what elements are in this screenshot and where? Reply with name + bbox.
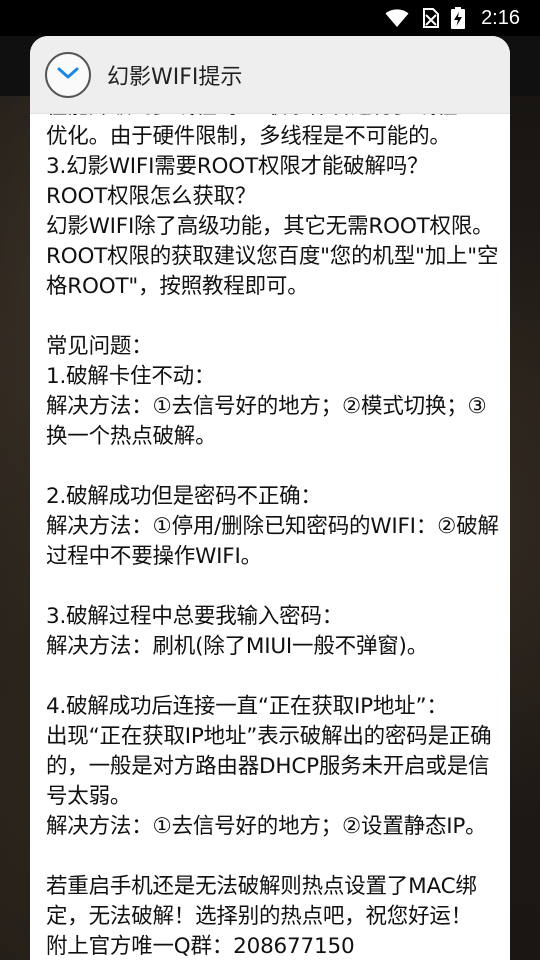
help-text: 优化。由于硬件限制，多线程是不可能的。 3.幻影WIFI需要ROOT权限才能破解… <box>46 124 499 959</box>
dialog-title: 幻影WIFI提示 <box>107 64 243 90</box>
dialog-header: 幻影WIFI提示 <box>30 36 510 114</box>
collapse-button[interactable] <box>45 51 91 98</box>
status-icons: 2:16 <box>385 0 520 36</box>
no-sim-icon <box>421 8 440 28</box>
wifi-icon <box>385 8 409 28</box>
status-bar: 2:16 <box>0 0 540 36</box>
dialog-scroll-content[interactable]: 在能升级到多线程吗？ 联系作者进行多线程 优化。由于硬件限制，多线程是不可能的。… <box>30 92 510 960</box>
chevron-down-icon <box>56 65 80 85</box>
hint-dialog: 幻影WIFI提示 在能升级到多线程吗？ 联系作者进行多线程 优化。由于硬件限制，… <box>30 36 510 960</box>
status-time: 2:16 <box>481 6 520 29</box>
battery-charging-icon <box>451 7 466 29</box>
